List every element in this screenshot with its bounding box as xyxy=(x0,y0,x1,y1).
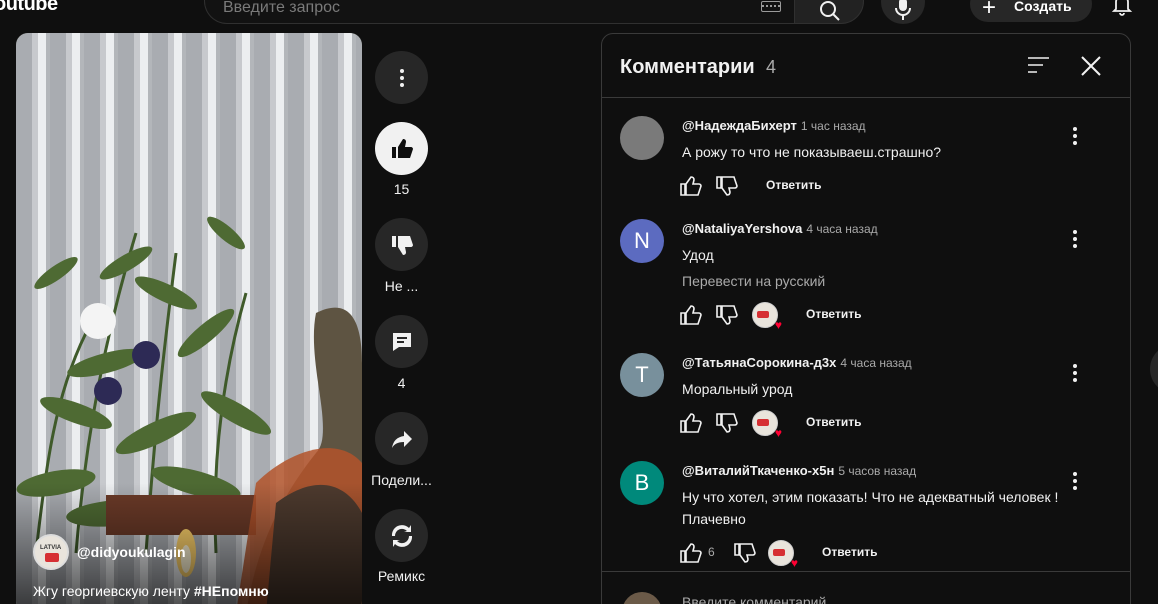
creator-heart-badge: ♥ xyxy=(768,540,798,570)
comment-actions: ♥ Ответить xyxy=(678,410,978,440)
video-caption: Жгу георгиевскую ленту #НЕпомню xyxy=(33,583,269,599)
comment-author[interactable]: @ТатьянаСорокина-д3х 4 часа назад xyxy=(682,355,912,370)
channel-avatar-badge xyxy=(45,553,59,562)
comment-menu-icon[interactable] xyxy=(1072,363,1078,383)
comments-header: Комментарии 4 xyxy=(602,34,1130,98)
comment-actions: 6 ♥ Ответить xyxy=(678,540,978,570)
comment-input[interactable]: Введите комментарий xyxy=(682,594,826,604)
share-label: Подели... xyxy=(371,472,432,488)
close-icon[interactable] xyxy=(1081,56,1101,76)
search-input[interactable]: Введите запрос xyxy=(204,0,794,24)
voice-search-button[interactable] xyxy=(881,0,925,24)
next-short-button[interactable] xyxy=(1150,344,1158,394)
create-button[interactable]: + Создать xyxy=(970,0,1092,22)
creator-avatar-mini xyxy=(773,549,785,556)
comments-button[interactable] xyxy=(375,315,428,368)
remix-label: Ремикс xyxy=(377,568,426,584)
comment-menu-icon[interactable] xyxy=(1072,471,1078,491)
microphone-icon xyxy=(895,0,911,20)
creator-heart-badge: ♥ xyxy=(752,410,782,440)
comment-author-name[interactable]: @ВиталийТкаченко-х5н xyxy=(682,463,834,478)
comment-author-name[interactable]: @НадеждаБихерт xyxy=(682,118,797,133)
creator-avatar-mini xyxy=(757,419,769,426)
translate-link[interactable]: Перевести на русский xyxy=(682,273,825,289)
reply-button[interactable]: Ответить xyxy=(806,307,861,321)
comment-text: Удод xyxy=(682,247,714,263)
short-video-player[interactable]: LATVIA @didyoukulagin Жгу георгиевскую л… xyxy=(16,33,362,604)
comment-like-icon[interactable] xyxy=(678,411,702,435)
notifications-bell-icon[interactable] xyxy=(1110,0,1134,16)
comment-timestamp[interactable]: 4 часа назад xyxy=(840,356,911,370)
comment-like-count: 6 xyxy=(708,545,715,559)
share-button[interactable] xyxy=(375,412,428,465)
comment-text: А рожу то что не показываеш.страшно? xyxy=(682,144,942,160)
heart-icon: ♥ xyxy=(774,426,782,440)
comment-dislike-icon[interactable] xyxy=(714,174,738,198)
search-placeholder: Введите запрос xyxy=(223,0,340,16)
comment-like-icon[interactable] xyxy=(678,303,702,327)
comment-author[interactable]: @НадеждаБихерт 1 час назад xyxy=(682,118,866,133)
search-button[interactable] xyxy=(794,0,864,24)
comment-author-name[interactable]: @ТатьянаСорокина-д3х xyxy=(682,355,836,370)
comment-actions: Ответить xyxy=(678,174,978,198)
comment-menu-icon[interactable] xyxy=(1072,229,1078,249)
more-options-button[interactable] xyxy=(375,51,428,104)
comment-like-icon[interactable] xyxy=(678,541,702,565)
comment-icon xyxy=(392,332,411,351)
comment-author[interactable]: @NataliyaYershova 4 часа назад xyxy=(682,221,878,236)
add-comment-bar: Введите комментарий xyxy=(602,571,1130,604)
sort-icon[interactable] xyxy=(1028,56,1050,74)
comment-avatar[interactable]: T xyxy=(620,353,664,397)
share-icon xyxy=(391,430,412,448)
comment-author[interactable]: @ВиталийТкаченко-х5н 5 часов назад xyxy=(682,463,916,478)
comment-avatar[interactable]: N xyxy=(620,219,664,263)
channel-avatar-text: LATVIA xyxy=(40,545,62,551)
heart-icon: ♥ xyxy=(790,556,798,570)
channel-handle[interactable]: @didyoukulagin xyxy=(77,544,186,560)
comments-count: 4 xyxy=(766,57,777,77)
creator-avatar-mini xyxy=(757,311,769,318)
youtube-logo[interactable]: outube xyxy=(0,0,58,16)
comments-title: Комментарии xyxy=(620,56,755,78)
comment-timestamp[interactable]: 5 часов назад xyxy=(838,464,916,478)
create-label: Создать xyxy=(1014,0,1072,14)
reply-button[interactable]: Ответить xyxy=(766,178,821,192)
remix-icon xyxy=(391,524,412,547)
comment-author-name[interactable]: @NataliyaYershova xyxy=(682,221,802,236)
heart-icon: ♥ xyxy=(774,318,782,332)
thumbs-up-icon xyxy=(391,138,413,158)
channel-avatar[interactable]: LATVIA xyxy=(33,534,69,570)
plus-icon: + xyxy=(982,0,997,21)
remix-button[interactable] xyxy=(375,509,428,562)
reply-button[interactable]: Ответить xyxy=(822,545,877,559)
comment-dislike-icon[interactable] xyxy=(714,303,738,327)
keyboard-icon[interactable] xyxy=(761,1,781,12)
caption-hashtag[interactable]: #НЕпомню xyxy=(194,583,269,599)
caption-text: Жгу георгиевскую ленту xyxy=(33,583,194,599)
more-vertical-icon xyxy=(399,68,404,87)
thumbs-down-icon xyxy=(391,235,413,255)
comment-timestamp[interactable]: 4 часа назад xyxy=(806,222,877,236)
user-avatar xyxy=(622,592,662,604)
comment-avatar[interactable]: B xyxy=(620,461,664,505)
comment-menu-icon[interactable] xyxy=(1072,126,1078,146)
dislike-button[interactable] xyxy=(375,218,428,271)
dislike-label: Не ... xyxy=(384,278,419,294)
comment-text: Ну что хотел, этим показать! Что не адек… xyxy=(682,489,1059,527)
comment-actions: ♥ Ответить xyxy=(678,302,978,332)
like-count: 15 xyxy=(393,181,410,197)
search-icon xyxy=(820,1,840,21)
comment-text: Моральный урод xyxy=(682,381,793,397)
comment-timestamp[interactable]: 1 час назад xyxy=(801,119,866,133)
like-button[interactable] xyxy=(375,122,428,175)
creator-heart-badge: ♥ xyxy=(752,302,782,332)
comments-panel: Комментарии 4 @НадеждаБихерт 1 час назад … xyxy=(601,33,1131,604)
comment-avatar[interactable] xyxy=(620,116,664,160)
reply-button[interactable]: Ответить xyxy=(806,415,861,429)
comment-like-icon[interactable] xyxy=(678,174,702,198)
comment-count: 4 xyxy=(397,375,406,391)
comment-dislike-icon[interactable] xyxy=(732,541,756,565)
comment-dislike-icon[interactable] xyxy=(714,411,738,435)
